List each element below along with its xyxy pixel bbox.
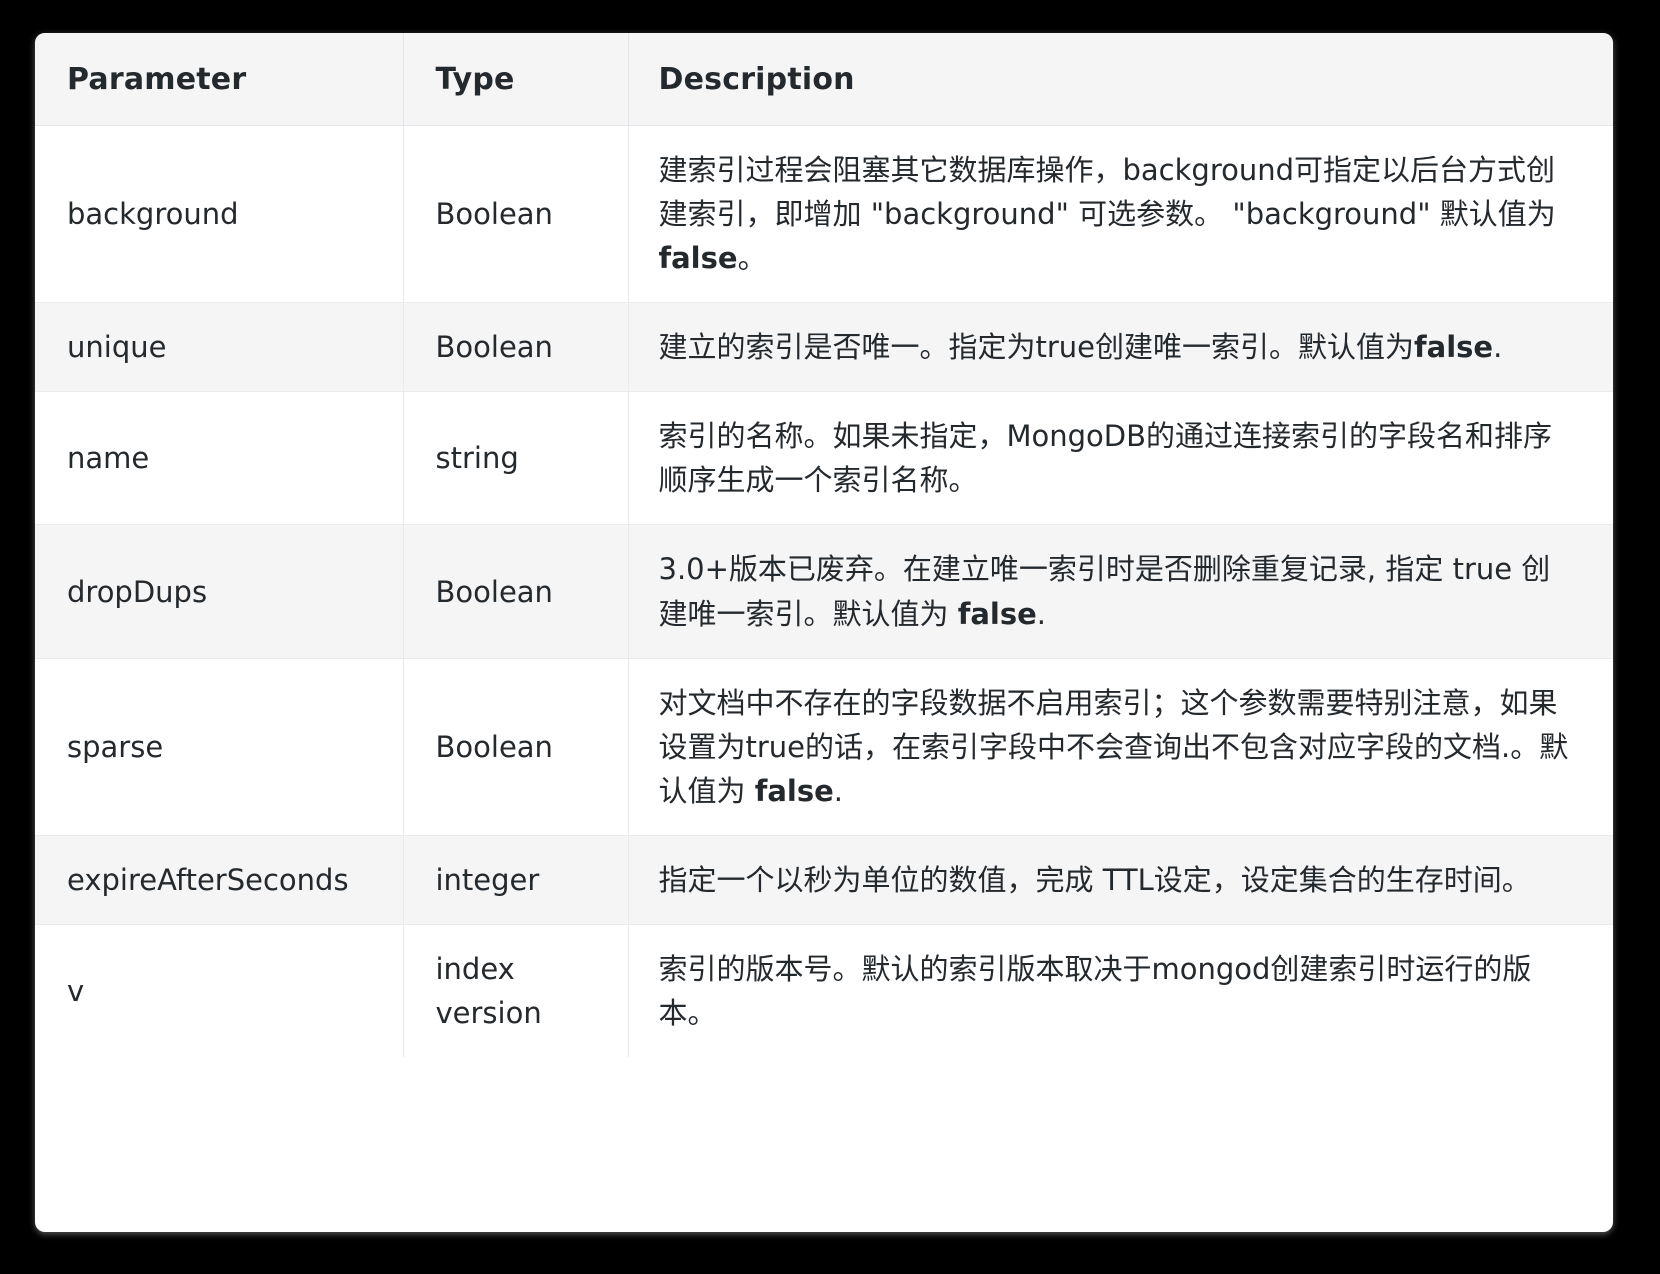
description-default-value: false <box>658 241 738 276</box>
description-text: 索引的名称。如果未指定，MongoDB的通过连接索引的字段名和排序顺序生成一个索… <box>658 419 1553 498</box>
table-header-row: Parameter Type Description <box>35 33 1613 126</box>
column-header-parameter: Parameter <box>35 33 404 126</box>
cell-type: Boolean <box>402 124 629 304</box>
column-header-type: Type <box>402 33 629 126</box>
cell-type: index version <box>402 923 629 1058</box>
parameter-table-card: Parameter Type Description background Boo… <box>35 33 1613 1232</box>
cell-description: 索引的版本号。默认的索引版本取决于mongod创建索引时运行的版本。 <box>627 923 1613 1058</box>
cell-type: Boolean <box>402 524 629 659</box>
description-text: 建索引过程会阻塞其它数据库操作，background可指定以后台方式创建索引，即… <box>658 153 1556 232</box>
table-row: v index version 索引的版本号。默认的索引版本取决于mongod创建索… <box>35 923 1613 1058</box>
description-tail: . <box>1493 330 1503 365</box>
cell-type: Boolean <box>402 657 629 836</box>
cell-parameter: dropDups <box>35 524 404 659</box>
cell-parameter: sparse <box>35 657 404 836</box>
description-default-value: false <box>957 596 1037 631</box>
cell-parameter: background <box>35 124 404 304</box>
index-parameter-table: Parameter Type Description background Boo… <box>35 33 1613 1058</box>
column-header-description: Description <box>627 33 1613 126</box>
description-text: 3.0+版本已废弃。在建立唯一索引时是否删除重复记录, 指定 true 创建唯一… <box>658 552 1551 631</box>
cell-description: 建立的索引是否唯一。指定为true创建唯一索引。默认值为false. <box>627 302 1613 393</box>
cell-parameter: name <box>35 391 404 526</box>
table-row: sparse Boolean 对文档中不存在的字段数据不启用索引；这个参数需要特别注… <box>35 657 1613 836</box>
table-row: unique Boolean 建立的索引是否唯一。指定为true创建唯一索引。默认值… <box>35 302 1613 393</box>
description-text: 指定一个以秒为单位的数值，完成 TTL设定，设定集合的生存时间。 <box>658 862 1531 897</box>
table-row: dropDups Boolean 3.0+版本已废弃。在建立唯一索引时是否删除重复记… <box>35 524 1613 659</box>
cell-description: 3.0+版本已废弃。在建立唯一索引时是否删除重复记录, 指定 true 创建唯一… <box>627 524 1613 659</box>
description-text: 索引的版本号。默认的索引版本取决于mongod创建索引时运行的版本。 <box>658 951 1532 1031</box>
table-header: Parameter Type Description <box>35 33 1613 126</box>
description-text: 建立的索引是否唯一。指定为true创建唯一索引。默认值为 <box>658 330 1415 365</box>
description-default-value: false <box>754 773 834 808</box>
cell-parameter: unique <box>35 302 404 393</box>
table-row: name string 索引的名称。如果未指定，MongoDB的通过连接索引的字段名… <box>35 391 1613 526</box>
cell-type: string <box>402 391 629 526</box>
description-tail: . <box>1036 596 1046 631</box>
table-body: background Boolean 建索引过程会阻塞其它数据库操作，backgro… <box>35 124 1613 1058</box>
description-tail: 。 <box>737 241 767 276</box>
cell-type: integer <box>402 834 629 925</box>
table-row: background Boolean 建索引过程会阻塞其它数据库操作，backgro… <box>35 124 1613 304</box>
cell-type: Boolean <box>402 302 629 393</box>
cell-description: 指定一个以秒为单位的数值，完成 TTL设定，设定集合的生存时间。 <box>627 834 1613 925</box>
description-default-value: false <box>1414 330 1494 365</box>
table-row: expireAfterSeconds integer 指定一个以秒为单位的数值，完成… <box>35 834 1613 925</box>
cell-description: 索引的名称。如果未指定，MongoDB的通过连接索引的字段名和排序顺序生成一个索… <box>627 391 1613 526</box>
cell-parameter: expireAfterSeconds <box>35 834 404 925</box>
cell-description: 对文档中不存在的字段数据不启用索引；这个参数需要特别注意，如果设置为true的话… <box>627 657 1613 836</box>
description-tail: . <box>833 773 843 808</box>
cell-parameter: v <box>35 923 404 1058</box>
cell-description: 建索引过程会阻塞其它数据库操作，background可指定以后台方式创建索引，即… <box>627 124 1613 304</box>
